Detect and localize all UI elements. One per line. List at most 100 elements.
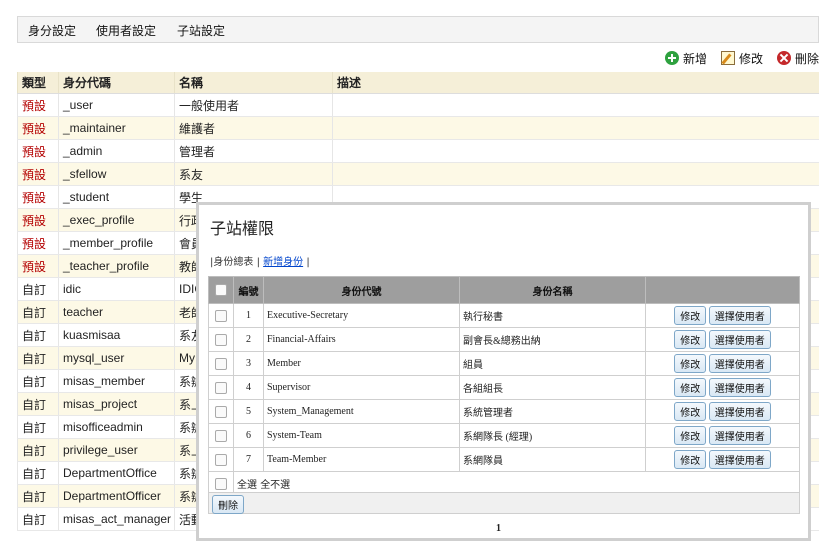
row-number: 7 xyxy=(233,447,264,472)
tab-user-settings[interactable]: 使用者設定 xyxy=(96,22,156,39)
row-edit-button[interactable]: 修改 xyxy=(674,450,707,469)
edit-button[interactable]: 修改 xyxy=(720,49,763,67)
row-checkbox[interactable] xyxy=(215,333,227,346)
row-identity-code: DepartmentOffice xyxy=(58,461,175,485)
row-type: 預設 xyxy=(17,139,59,163)
row-select-cell xyxy=(208,423,234,448)
row-select-cell xyxy=(208,375,234,400)
row-identity-code: Member xyxy=(263,351,460,376)
delete-icon xyxy=(776,51,791,65)
row-name: 系友 xyxy=(174,162,333,186)
select-all-header xyxy=(208,276,234,304)
row-identity-code: kuasmisaa xyxy=(58,323,175,347)
row-identity-code: misas_act_manager xyxy=(58,507,175,531)
row-edit-button[interactable]: 修改 xyxy=(674,402,707,421)
dialog-nav-links: |身份總表 | 新增身份 | xyxy=(210,257,310,268)
row-select-user-button[interactable]: 選擇使用者 xyxy=(708,354,771,373)
row-type: 自訂 xyxy=(17,277,59,301)
row-type: 自訂 xyxy=(17,300,59,324)
row-identity-code: misas_project xyxy=(58,392,175,416)
row-type: 自訂 xyxy=(17,461,59,485)
row-identity-code: Supervisor xyxy=(263,375,460,400)
row-type: 自訂 xyxy=(17,484,59,508)
list-item: 1 Executive-Secretary 執行秘書 修改 選擇使用者 xyxy=(208,303,800,328)
footer-checkbox[interactable] xyxy=(215,477,227,490)
row-number: 1 xyxy=(233,303,264,328)
row-identity-code: _teacher_profile xyxy=(58,254,175,278)
row-select-user-button[interactable]: 選擇使用者 xyxy=(708,330,771,349)
row-type: 預設 xyxy=(17,231,59,255)
row-number: 2 xyxy=(233,327,264,352)
row-select-user-button[interactable]: 選擇使用者 xyxy=(708,306,771,325)
row-type: 自訂 xyxy=(17,369,59,393)
row-checkbox[interactable] xyxy=(215,357,227,370)
row-checkbox[interactable] xyxy=(215,429,227,442)
row-select-user-button[interactable]: 選擇使用者 xyxy=(708,426,771,445)
row-checkbox[interactable] xyxy=(215,453,227,466)
select-all-link[interactable]: 全選 xyxy=(237,480,257,491)
row-number: 5 xyxy=(233,399,264,424)
delete-button[interactable]: 刪除 xyxy=(776,49,819,67)
row-identity-code: _admin xyxy=(58,139,175,163)
row-type: 預設 xyxy=(17,116,59,140)
page-number[interactable]: 1 xyxy=(496,523,501,534)
row-actions: 修改 選擇使用者 xyxy=(645,351,800,376)
row-number: 4 xyxy=(233,375,264,400)
row-checkbox[interactable] xyxy=(215,381,227,394)
list-item: 6 System-Team 系網隊長 (經理) 修改 選擇使用者 xyxy=(208,423,800,448)
row-identity-code: _sfellow xyxy=(58,162,175,186)
row-identity-name: 系統管理者 xyxy=(459,399,646,424)
dialog-title: 子站權限 xyxy=(210,219,275,238)
table-row[interactable]: 預設 _maintainer 維護者 xyxy=(17,116,819,140)
row-edit-button[interactable]: 修改 xyxy=(674,426,707,445)
row-type: 自訂 xyxy=(17,392,59,416)
row-actions: 修改 選擇使用者 xyxy=(645,423,800,448)
new-identity-link[interactable]: 新增身份 xyxy=(263,257,303,268)
tab-identity-settings[interactable]: 身分設定 xyxy=(28,22,76,39)
row-name: 管理者 xyxy=(174,139,333,163)
row-identity-code: System_Management xyxy=(263,399,460,424)
row-edit-button[interactable]: 修改 xyxy=(674,306,707,325)
row-identity-code: privilege_user xyxy=(58,438,175,462)
dialog-action-bar: 刪除 xyxy=(208,492,800,514)
row-edit-button[interactable]: 修改 xyxy=(674,354,707,373)
row-identity-code: mysql_user xyxy=(58,346,175,370)
column-header-code: 身分代碼 xyxy=(58,72,175,94)
row-actions: 修改 選擇使用者 xyxy=(645,303,800,328)
row-identity-code: misas_member xyxy=(58,369,175,393)
row-number: 3 xyxy=(233,351,264,376)
row-identity-code: _exec_profile xyxy=(58,208,175,232)
row-type: 自訂 xyxy=(17,323,59,347)
table-row[interactable]: 預設 _admin 管理者 xyxy=(17,139,819,163)
row-checkbox[interactable] xyxy=(215,405,227,418)
row-identity-name: 副會長&總務出納 xyxy=(459,327,646,352)
select-none-link[interactable]: 全不選 xyxy=(260,480,290,491)
table-row[interactable]: 預設 _sfellow 系友 xyxy=(17,162,819,186)
row-identity-code: Financial-Affairs xyxy=(263,327,460,352)
row-name: 一般使用者 xyxy=(174,93,333,117)
row-checkbox[interactable] xyxy=(215,309,227,322)
tab-subsite-settings[interactable]: 子站設定 xyxy=(177,22,225,39)
row-select-user-button[interactable]: 選擇使用者 xyxy=(708,378,771,397)
table-row[interactable]: 預設 _user 一般使用者 xyxy=(17,93,819,117)
row-select-user-button[interactable]: 選擇使用者 xyxy=(708,450,771,469)
row-identity-code: _maintainer xyxy=(58,116,175,140)
subsite-permission-dialog: 子站權限 |身份總表 | 新增身份 | 編號 身份代號 身份名稱 1 Execut… xyxy=(196,202,811,541)
row-identity-name: 執行秘書 xyxy=(459,303,646,328)
list-item: 4 Supervisor 各組組長 修改 選擇使用者 xyxy=(208,375,800,400)
tab-bar: 身分設定 使用者設定 子站設定 xyxy=(17,16,819,43)
row-edit-button[interactable]: 修改 xyxy=(674,378,707,397)
row-actions: 修改 選擇使用者 xyxy=(645,399,800,424)
row-identity-code: teacher xyxy=(58,300,175,324)
row-select-user-button[interactable]: 選擇使用者 xyxy=(708,402,771,421)
row-select-cell xyxy=(208,447,234,472)
row-number: 6 xyxy=(233,423,264,448)
add-icon xyxy=(664,51,679,65)
subsite-identity-table: 編號 身份代號 身份名稱 1 Executive-Secretary 執行秘書 修改 … xyxy=(208,276,800,496)
row-actions: 修改 選擇使用者 xyxy=(645,447,800,472)
header-checkbox[interactable] xyxy=(215,284,227,296)
list-item: 7 Team-Member 系網隊員 修改 選擇使用者 xyxy=(208,447,800,472)
add-button[interactable]: 新增 xyxy=(664,49,707,67)
row-edit-button[interactable]: 修改 xyxy=(674,330,707,349)
dialog-delete-button[interactable]: 刪除 xyxy=(212,495,244,514)
